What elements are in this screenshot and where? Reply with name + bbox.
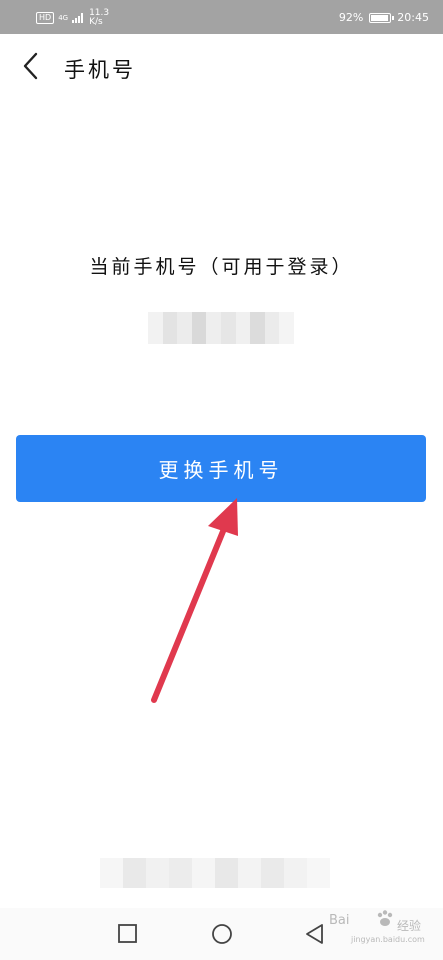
speed-unit: K/s: [89, 17, 103, 27]
clock: 20:45: [397, 11, 429, 24]
system-back-button[interactable]: [303, 922, 327, 946]
signal-icon: [72, 13, 84, 23]
status-bar-right: 92% 20:45: [339, 11, 429, 24]
battery-percent: 92%: [338, 11, 364, 24]
watermark-brand: Bai: [329, 913, 350, 928]
triangle-back-icon: [306, 924, 323, 944]
watermark-product: 经验: [397, 919, 422, 933]
back-button[interactable]: [14, 50, 46, 82]
status-bar-left: HD 4G 11.3 K/s: [36, 9, 109, 27]
battery-icon: [369, 12, 395, 23]
network-speed: 11.3 K/s: [89, 9, 109, 27]
watermark-url: jingyan.baidu.com: [351, 935, 425, 944]
current-phone-label: 当前手机号（可用于登录）: [89, 256, 354, 278]
phone-number-pixelated: [148, 312, 294, 344]
chevron-left-icon: [23, 52, 38, 80]
home-button[interactable]: [210, 922, 234, 946]
network-type: 4G: [58, 14, 69, 22]
square-icon: [118, 924, 137, 943]
baidu-watermark: Bai 经验 jingyan.baidu.com: [325, 905, 435, 955]
footer-text-pixelated: [100, 858, 330, 888]
recent-apps-button[interactable]: [116, 922, 140, 946]
battery-fill: [371, 14, 389, 21]
header: 手机号: [0, 34, 443, 98]
status-bar: HD 4G 11.3 K/s 92% 20:45: [0, 0, 443, 34]
hd-badge: HD: [36, 12, 55, 24]
page-title: 手机号: [64, 58, 136, 82]
arrow-up-icon: [151, 498, 238, 703]
paw-icon: [377, 910, 393, 926]
circle-icon: [212, 924, 232, 944]
